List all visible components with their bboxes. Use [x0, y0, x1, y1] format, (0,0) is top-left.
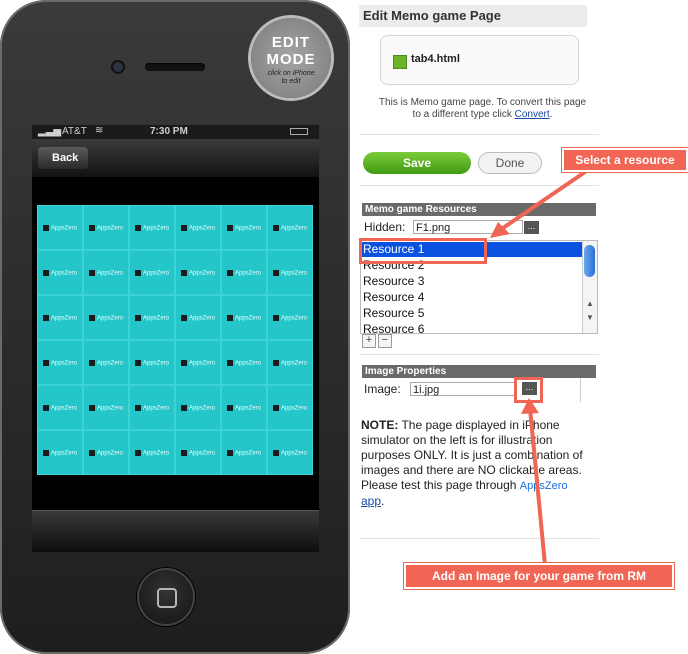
callout-add-image: Add an Image for your game from RM	[404, 563, 674, 589]
arrow-head-icon	[521, 398, 539, 414]
annotation-arrows	[490, 168, 590, 566]
callout-select-resource: Select a resource	[562, 148, 688, 172]
arrow-to-image-browse	[528, 407, 547, 566]
arrow-to-resource	[498, 168, 590, 232]
